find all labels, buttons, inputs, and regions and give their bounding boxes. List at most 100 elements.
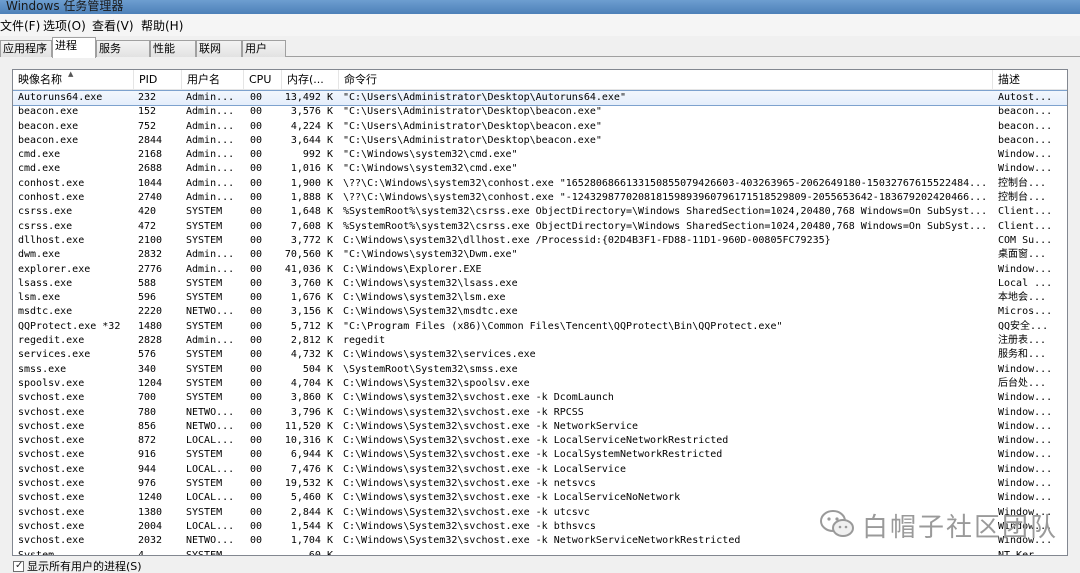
cell-command-line: C:\Windows\system32\services.exe — [343, 349, 536, 361]
table-row[interactable]: svchost.exe 700 SYSTEM 00 3,860 K C:\Windows\… — [13, 391, 1067, 405]
list-header: 映像名称 ▲ PID 用户名 CPU 内存(... 命令行 描述 — [13, 70, 1067, 90]
table-row[interactable]: beacon.exe 152 Admin... 00 3,576 K "C:\Users\… — [13, 105, 1067, 119]
cell-memory: 7,476 K — [290, 463, 333, 475]
watermark: 白帽子社区团队 — [820, 505, 1070, 545]
cell-image-name: svchost.exe — [18, 392, 85, 404]
cell-memory: 3,760 K — [290, 277, 333, 289]
table-row[interactable]: cmd.exe 2168 Admin... 00 992 K "C:\Windows\sy… — [13, 148, 1067, 162]
column-header-command-line[interactable]: 命令行 — [339, 70, 993, 90]
tab-processes[interactable]: 进程 — [52, 37, 96, 58]
cell-image-name: smss.exe — [18, 363, 67, 375]
menu-file[interactable]: 文件(F) — [0, 17, 40, 34]
cell-memory: 5,712 K — [290, 320, 333, 332]
tab-services[interactable]: 服务 — [96, 40, 150, 57]
cell-user: LOCAL... — [186, 492, 235, 504]
table-row[interactable]: csrss.exe 472 SYSTEM 00 7,608 K %SystemRoot%\… — [13, 220, 1067, 234]
tab-networking[interactable]: 联网 — [196, 40, 242, 57]
tab-users[interactable]: 用户 — [242, 40, 286, 57]
table-row[interactable]: dllhost.exe 2100 SYSTEM 00 3,772 K C:\Windows… — [13, 234, 1067, 248]
table-row[interactable]: explorer.exe 2776 Admin... 00 41,036 K C:\Win… — [13, 263, 1067, 277]
cell-memory: 10,316 K — [284, 435, 333, 447]
table-row[interactable]: regedit.exe 2828 Admin... 00 2,812 K regedit 注… — [13, 334, 1067, 348]
cell-memory: 3,796 K — [290, 406, 333, 418]
cell-pid: 340 — [138, 363, 157, 375]
cell-memory: 1,704 K — [290, 535, 333, 547]
table-row[interactable]: msdtc.exe 2220 NETWO... 00 3,156 K C:\Windows… — [13, 305, 1067, 319]
cell-description: Window... — [998, 435, 1053, 447]
table-row[interactable]: services.exe 576 SYSTEM 00 4,732 K C:\Windows… — [13, 348, 1067, 362]
column-header-name[interactable]: 映像名称 ▲ — [13, 70, 134, 90]
column-header-memory[interactable]: 内存(... — [282, 70, 339, 90]
cell-pid: 752 — [138, 120, 157, 132]
cell-memory: 7,608 K — [290, 220, 333, 232]
cell-cpu: 00 — [250, 406, 263, 418]
cell-description: 控制台... — [998, 177, 1047, 189]
table-row[interactable]: cmd.exe 2688 Admin... 00 1,016 K "C:\Windows\… — [13, 162, 1067, 176]
column-header-pid[interactable]: PID — [134, 70, 182, 90]
process-list[interactable]: 映像名称 ▲ PID 用户名 CPU 内存(... 命令行 描述 Autorun… — [12, 69, 1068, 556]
table-row[interactable]: QQProtect.exe *32 1480 SYSTEM 00 5,712 K "C:\… — [13, 320, 1067, 334]
cell-cpu: 00 — [250, 249, 263, 261]
table-row[interactable]: csrss.exe 420 SYSTEM 00 1,648 K %SystemRoot%\… — [13, 205, 1067, 219]
table-row[interactable]: System 4 SYSTEM 60 K NT Ker... — [13, 549, 1067, 556]
cell-cpu: 00 — [250, 492, 263, 504]
column-header-description[interactable]: 描述 — [993, 70, 1067, 90]
watermark-text: 白帽子社区团队 — [862, 513, 1059, 543]
table-row[interactable]: beacon.exe 2844 Admin... 00 3,644 K "C:\Users… — [13, 134, 1067, 148]
wechat-icon — [820, 510, 854, 537]
show-all-users-option[interactable]: 显示所有用户的进程(S) — [13, 560, 142, 573]
table-row[interactable]: svchost.exe 944 LOCAL... 00 7,476 K C:\Window… — [13, 463, 1067, 477]
cell-cpu: 00 — [250, 177, 263, 189]
column-header-user[interactable]: 用户名 — [182, 70, 244, 90]
table-row[interactable]: spoolsv.exe 1204 SYSTEM 00 4,704 K C:\Windows… — [13, 377, 1067, 391]
cell-cpu: 00 — [250, 206, 263, 218]
table-row[interactable]: conhost.exe 1044 Admin... 00 1,900 K \??\C:\W… — [13, 177, 1067, 191]
cell-cpu: 00 — [250, 306, 263, 318]
cell-command-line: \??\C:\Windows\system32\conhost.exe "165… — [343, 177, 988, 189]
cell-image-name: svchost.exe — [18, 492, 85, 504]
table-row[interactable]: beacon.exe 752 Admin... 00 4,224 K "C:\Users\… — [13, 120, 1067, 134]
cell-memory: 70,560 K — [284, 249, 333, 261]
cell-image-name: svchost.exe — [18, 420, 85, 432]
table-row[interactable]: svchost.exe 1240 LOCAL... 00 5,460 K C:\Windo… — [13, 491, 1067, 505]
cell-user: SYSTEM — [186, 392, 223, 404]
table-row[interactable]: svchost.exe 872 LOCAL... 00 10,316 K C:\Windo… — [13, 434, 1067, 448]
cell-cpu: 00 — [250, 149, 263, 161]
table-row[interactable]: lsm.exe 596 SYSTEM 00 1,676 K C:\Windows\syst… — [13, 291, 1067, 305]
cell-user: SYSTEM — [186, 234, 223, 246]
table-row[interactable]: smss.exe 340 SYSTEM 00 504 K \SystemRoot\Syst… — [13, 363, 1067, 377]
cell-user: Admin... — [186, 263, 235, 275]
menu-help[interactable]: 帮助(H) — [141, 17, 183, 34]
cell-cpu: 00 — [250, 106, 263, 118]
cell-pid: 4 — [138, 549, 145, 556]
tab-performance[interactable]: 性能 — [150, 40, 196, 57]
cell-pid: 856 — [138, 420, 157, 432]
cell-pid: 232 — [138, 92, 157, 103]
cell-memory: 1,900 K — [290, 177, 333, 189]
show-all-users-checkbox[interactable] — [13, 560, 24, 572]
table-row[interactable]: svchost.exe 976 SYSTEM 00 19,532 K C:\Windows… — [13, 477, 1067, 491]
table-row[interactable]: lsass.exe 588 SYSTEM 00 3,760 K C:\Windows\sy… — [13, 277, 1067, 291]
cell-command-line: \SystemRoot\System32\smss.exe — [343, 363, 518, 375]
column-header-cpu[interactable]: CPU — [244, 70, 282, 90]
cell-cpu: 00 — [250, 163, 263, 175]
cell-command-line: "C:\Windows\system32\Dwm.exe" — [343, 249, 518, 261]
cell-image-name: explorer.exe — [18, 263, 91, 275]
table-row[interactable]: svchost.exe 856 NETWO... 00 11,520 K C:\Windo… — [13, 420, 1067, 434]
table-row[interactable]: dwm.exe 2832 Admin... 00 70,560 K "C:\Windows… — [13, 248, 1067, 262]
cell-description: 服务和... — [998, 349, 1047, 361]
cell-command-line: C:\Windows\system32\svchost.exe -k Local… — [343, 463, 626, 475]
table-row[interactable]: conhost.exe 2740 Admin... 00 1,888 K \??\C:\W… — [13, 191, 1067, 205]
cell-command-line: "C:\Users\Administrator\Desktop\Autoruns… — [343, 92, 626, 103]
menu-view[interactable]: 查看(V) — [92, 17, 134, 34]
menu-options[interactable]: 选项(O) — [43, 17, 86, 34]
table-row[interactable]: svchost.exe 916 SYSTEM 00 6,944 K C:\Windows\… — [13, 448, 1067, 462]
table-row[interactable]: Autoruns64.exe 232 Admin... 00 13,492 K "C:\U… — [13, 89, 1067, 107]
show-all-users-label: 显示所有用户的进程(S) — [27, 560, 142, 573]
cell-pid: 588 — [138, 277, 157, 289]
cell-pid: 576 — [138, 349, 157, 361]
table-row[interactable]: svchost.exe 780 NETWO... 00 3,796 K C:\Window… — [13, 406, 1067, 420]
tab-applications[interactable]: 应用程序 — [0, 40, 52, 57]
cell-cpu: 00 — [250, 277, 263, 289]
window-title: Windows 任务管理器 — [6, 0, 124, 13]
